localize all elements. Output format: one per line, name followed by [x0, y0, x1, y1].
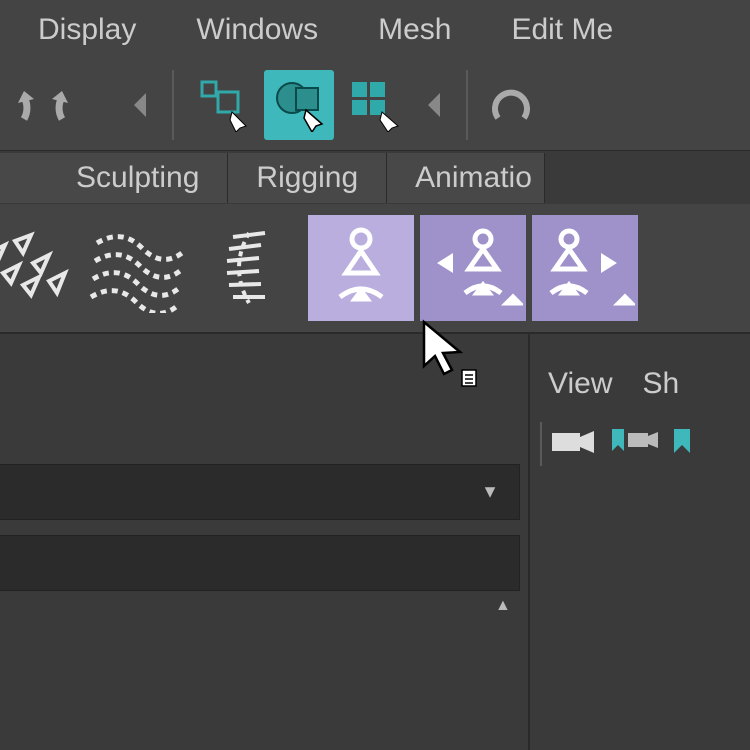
main-toolbar: [0, 60, 750, 150]
select-rect-button[interactable]: [188, 70, 258, 140]
menu-windows[interactable]: Windows: [166, 7, 348, 53]
menu-edit-mesh[interactable]: Edit Me: [481, 7, 643, 53]
shelf-tabs: Sculpting Rigging Animatio: [0, 150, 750, 204]
menu-display[interactable]: Display: [8, 7, 166, 53]
bookmark-icon[interactable]: [668, 425, 698, 464]
toolbar-separator: [540, 422, 542, 466]
select-grid-button[interactable]: [340, 70, 410, 140]
undo-button[interactable]: [0, 70, 40, 140]
viewport-menubar: View Sh: [530, 359, 750, 409]
panel-menu-shading[interactable]: Sh: [642, 367, 679, 401]
shelf-flock-icon[interactable]: [0, 215, 78, 321]
shelf-strip: [0, 204, 750, 334]
dropdown-field-1[interactable]: ▼: [0, 464, 520, 520]
shelf-wave-icon[interactable]: [84, 215, 190, 321]
shelf-ik-back-button[interactable]: [532, 215, 638, 321]
tab-rigging[interactable]: Rigging: [228, 153, 387, 203]
lower-area: ▼ ▲ View Sh: [0, 334, 750, 750]
attribute-panel: ▼ ▲: [0, 334, 508, 750]
toolbar-separator: [466, 70, 468, 140]
shelf-spine-icon[interactable]: [196, 215, 302, 321]
chevron-up-icon[interactable]: ▲: [495, 597, 511, 615]
dropdown-field-2[interactable]: [0, 535, 520, 591]
menu-mesh[interactable]: Mesh: [348, 7, 481, 53]
toolbar-separator: [172, 70, 174, 140]
snap-button[interactable]: [476, 70, 546, 140]
select-circle-button[interactable]: [264, 70, 334, 140]
chevron-down-icon: ▼: [481, 482, 499, 503]
separator-handle-icon[interactable]: [416, 70, 452, 140]
separator-handle-icon[interactable]: [122, 70, 158, 140]
camera-icon[interactable]: [550, 427, 598, 462]
shelf-ik-forward-button[interactable]: [420, 215, 526, 321]
bookmark-camera-icon[interactable]: [606, 425, 660, 464]
tab-animation[interactable]: Animatio: [387, 153, 545, 203]
viewport-panel: View Sh: [528, 334, 750, 750]
main-menubar: Display Windows Mesh Edit Me: [0, 0, 750, 60]
viewport-toolbar: [530, 419, 750, 469]
tab-sculpting[interactable]: Sculpting: [0, 153, 228, 203]
shelf-humanik-button[interactable]: [308, 215, 414, 321]
redo-button[interactable]: [46, 70, 116, 140]
panel-menu-view[interactable]: View: [548, 367, 612, 401]
